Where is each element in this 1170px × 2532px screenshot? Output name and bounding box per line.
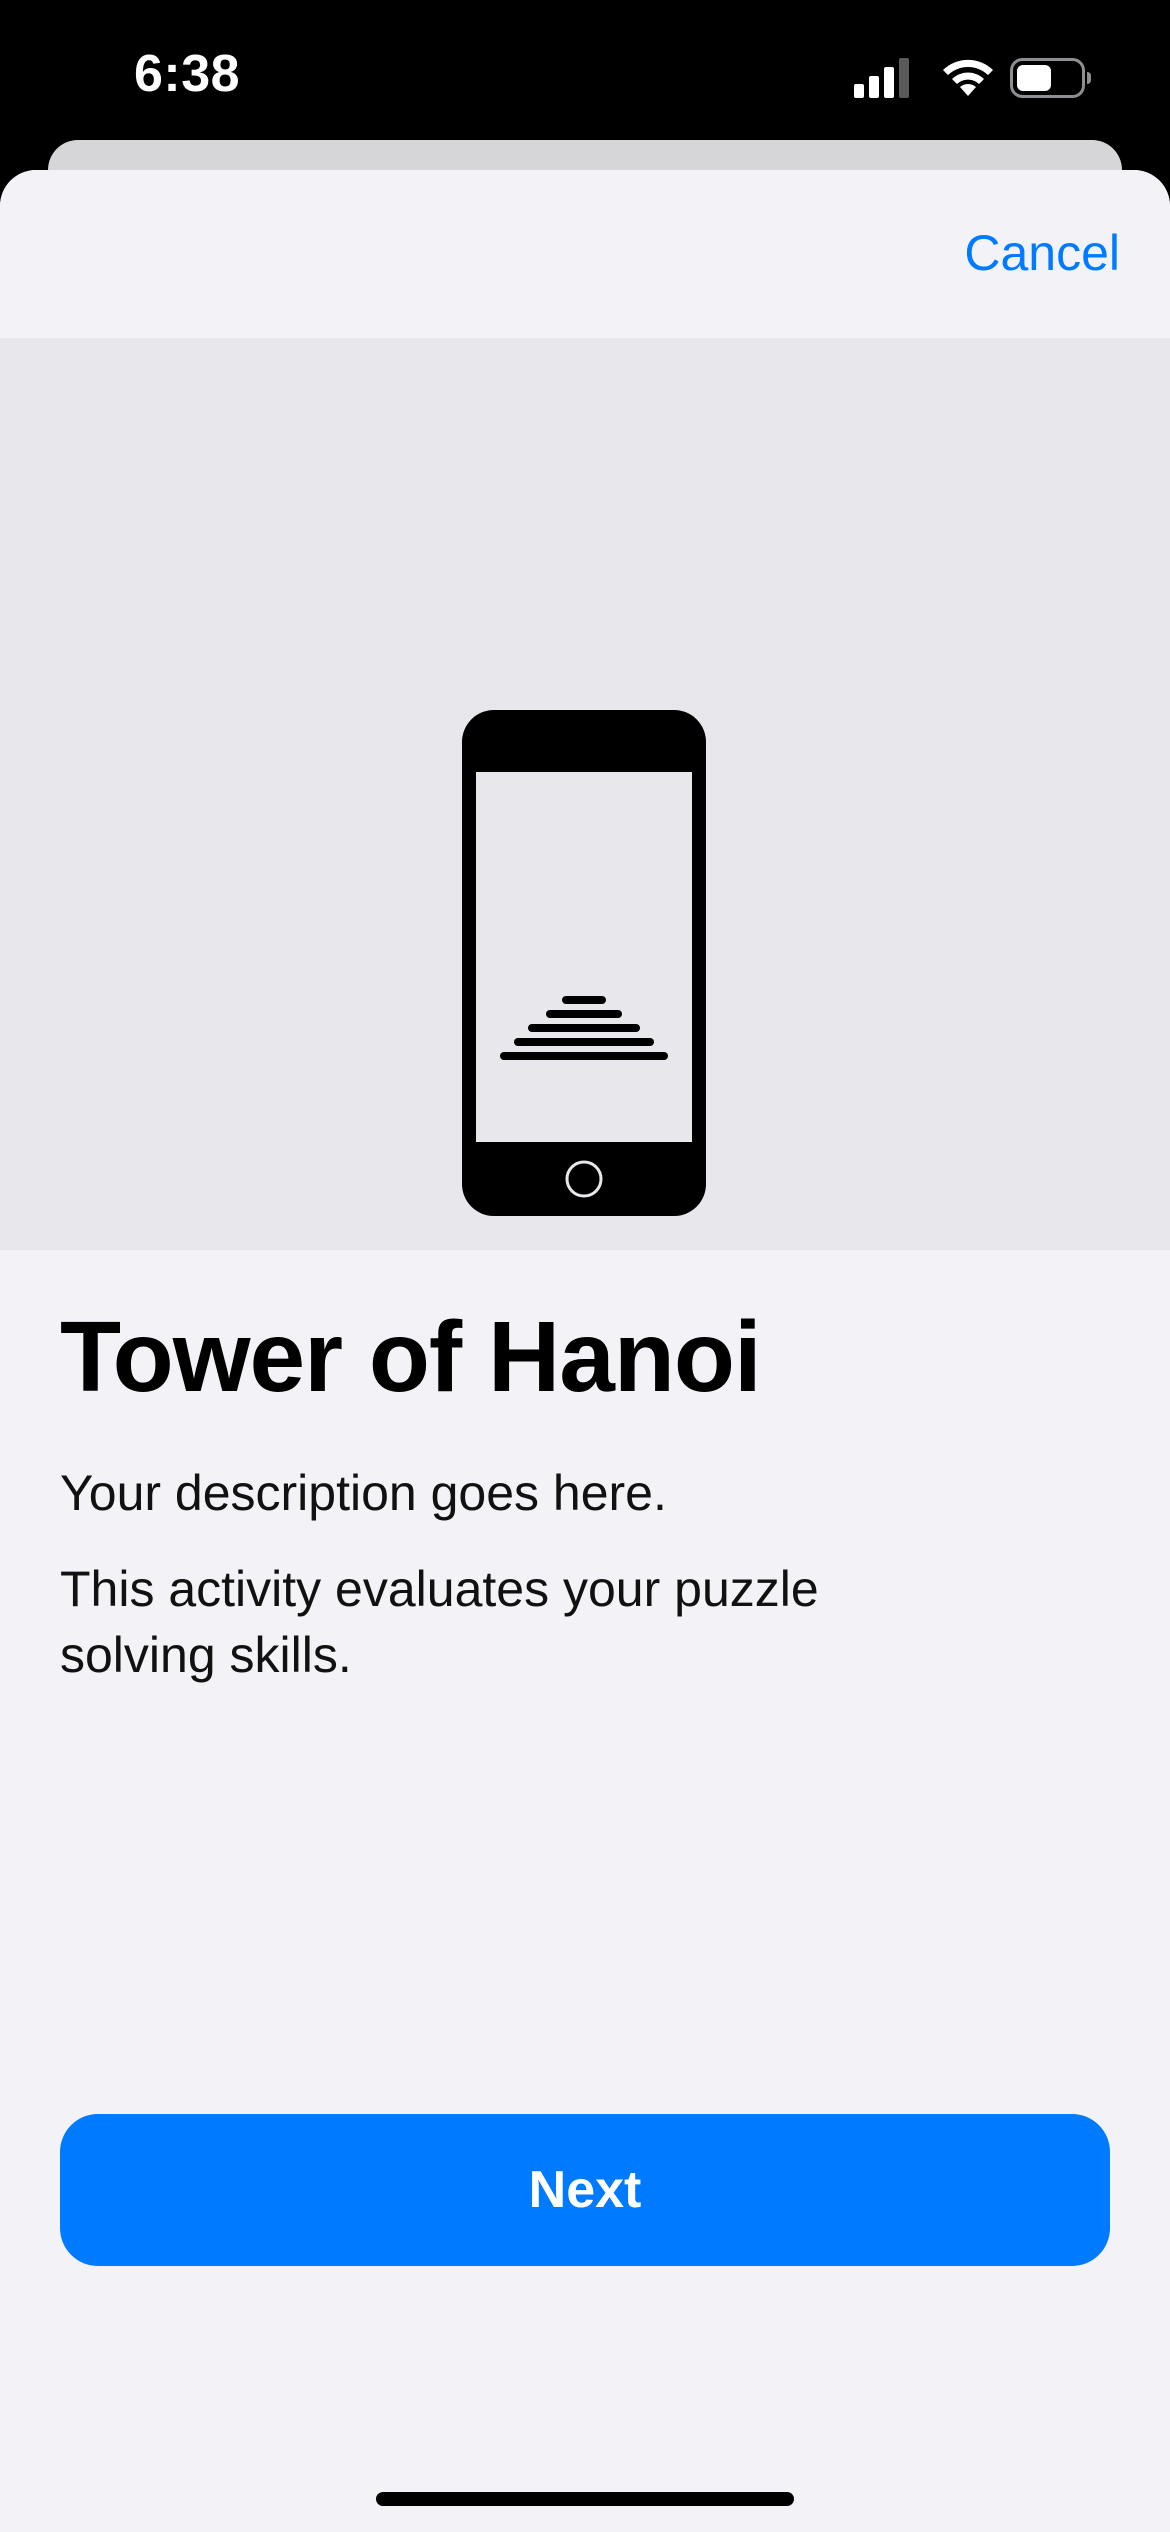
cancel-button[interactable]: Cancel bbox=[964, 224, 1120, 282]
status-time: 6:38 bbox=[134, 45, 241, 103]
screen: 6:38 Cancel Tower of Hanoi Your descript… bbox=[0, 0, 1170, 2532]
modal-sheet: Cancel Tower of Hanoi Your description g… bbox=[0, 170, 1170, 2532]
description-text: Your description goes here. bbox=[60, 1465, 667, 1521]
status-bar: 6:38 bbox=[0, 0, 1170, 140]
home-indicator bbox=[376, 2492, 794, 2506]
nav-bar: Cancel bbox=[0, 170, 1170, 338]
detail-text: This activity evaluates your puzzle solv… bbox=[60, 1561, 819, 1683]
wifi-icon bbox=[943, 59, 993, 96]
hero-illustration-area bbox=[0, 338, 1170, 1250]
next-button[interactable]: Next bbox=[60, 2114, 1110, 2266]
next-button-label: Next bbox=[528, 2161, 642, 2219]
page-title: Tower of Hanoi bbox=[60, 1301, 762, 1413]
battery-icon bbox=[1010, 58, 1091, 98]
phone-tower-of-hanoi-icon bbox=[462, 710, 706, 1216]
cellular-signal-icon bbox=[854, 58, 909, 98]
